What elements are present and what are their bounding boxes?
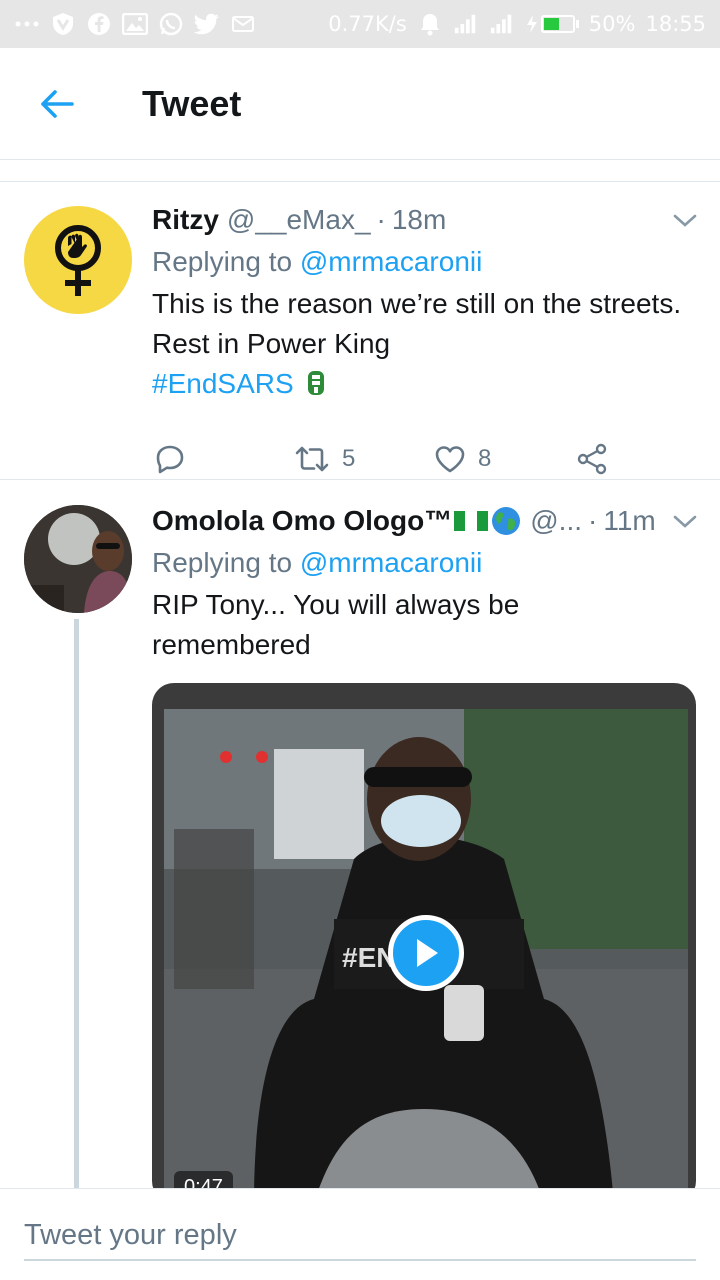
reply-input[interactable] [24, 1211, 696, 1261]
reply-button[interactable] [154, 443, 198, 475]
raised-fist-emoji-icon [308, 371, 325, 395]
network-speed: 0.77K/s [328, 12, 407, 36]
mention-link[interactable]: @mrmacaronii [300, 246, 482, 277]
signal-h-icon [489, 11, 515, 37]
signal-icon [453, 11, 479, 37]
like-count: 8 [478, 445, 492, 472]
share-icon [577, 443, 607, 475]
feminist-fist-icon [55, 225, 101, 296]
battery-percent: 50% [588, 12, 636, 36]
divider [0, 160, 720, 182]
reply-icon [156, 445, 184, 474]
vpn-icon [50, 11, 76, 37]
hashtag-link[interactable]: #EndSARS [152, 368, 294, 399]
retweet-count: 5 [342, 445, 356, 472]
replying-to: Replying to @mrmacaronii [152, 242, 700, 282]
twitter-icon [194, 11, 220, 37]
play-button[interactable] [388, 915, 464, 991]
mention-link[interactable]: @mrmacaronii [300, 547, 482, 578]
play-icon [417, 939, 438, 967]
avatar[interactable] [24, 505, 132, 613]
profile-photo [24, 505, 132, 613]
separator-dot: · [376, 204, 386, 235]
alarm-icon [417, 11, 443, 37]
author-name[interactable]: Omolola Omo Ologo™ [152, 505, 452, 537]
replying-label: Replying to [152, 246, 293, 277]
heart-icon [435, 446, 465, 473]
thread-line [74, 619, 79, 1191]
whatsapp-icon [158, 11, 184, 37]
gallery-icon [122, 11, 148, 37]
author-handle[interactable]: @... [530, 505, 582, 537]
author-name[interactable]: Ritzy [152, 204, 219, 236]
clock: 18:55 [645, 12, 706, 36]
page-title: Tweet [142, 82, 242, 124]
globe-emoji-icon [492, 507, 521, 535]
tweet-header: Ritzy @__eMax_ · 18m [152, 200, 700, 240]
more-dots-icon [14, 11, 40, 37]
status-bar: 0.77K/s 50% 18:55 [0, 0, 720, 48]
facebook-icon [86, 11, 112, 37]
tweet-actions: 5 8 [152, 438, 622, 480]
retweet-button[interactable]: 5 [294, 444, 355, 474]
tweet-time: 11m [603, 505, 656, 536]
like-button[interactable]: 8 [434, 444, 491, 474]
replying-label: Replying to [152, 547, 293, 578]
tweet-item[interactable]: Ritzy @__eMax_ · 18m Replying to @mrmaca… [0, 182, 720, 480]
chevron-down-icon[interactable] [670, 206, 700, 236]
tweet-content: Ritzy @__eMax_ · 18m Replying to @mrmaca… [152, 200, 700, 475]
nigeria-flag-emoji-icon [454, 511, 489, 531]
video-player[interactable]: #END 0:47 [152, 683, 696, 1191]
tweet-time: 18m [391, 204, 447, 235]
separator-dot: · [588, 505, 598, 536]
share-button[interactable] [576, 443, 608, 475]
tweet-text: This is the reason we’re still on the st… [152, 284, 700, 404]
replying-to: Replying to @mrmacaronii [152, 543, 700, 583]
reply-bar [0, 1188, 720, 1280]
tweet-item[interactable]: Omolola Omo Ologo™ @... · 11m Replying t… [0, 481, 720, 1191]
mail-icon [230, 11, 256, 37]
arrow-left-icon [41, 89, 74, 118]
battery-icon [525, 14, 579, 34]
top-bar: Tweet [0, 48, 720, 160]
tweet-content: Omolola Omo Ologo™ @... · 11m Replying t… [152, 501, 700, 665]
tweet-body: This is the reason we’re still on the st… [152, 288, 682, 359]
tweet-header: Omolola Omo Ologo™ @... · 11m [152, 501, 700, 541]
tweet-text: RIP Tony... You will always be remembere… [152, 589, 520, 660]
author-handle[interactable]: @__eMax_ [227, 204, 371, 236]
retweet-icon [295, 446, 329, 472]
back-button[interactable] [22, 69, 92, 139]
avatar[interactable] [24, 206, 132, 314]
chevron-down-icon[interactable] [670, 507, 700, 537]
